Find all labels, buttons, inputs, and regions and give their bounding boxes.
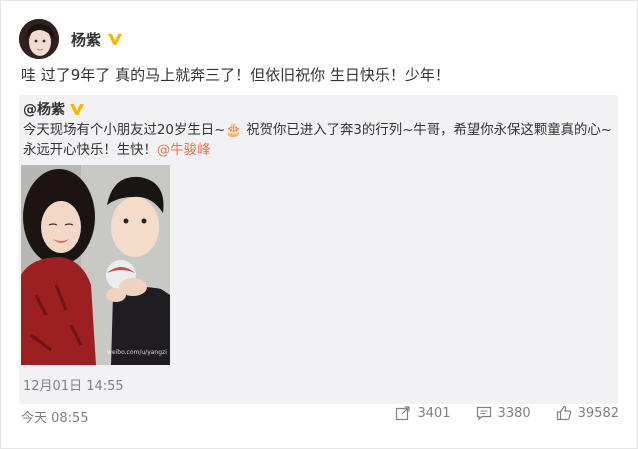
photo-watermark: weibo.com/u/yangzi <box>107 349 167 356</box>
like-count: 39582 <box>577 405 619 421</box>
like-button[interactable]: 39582 <box>556 405 619 421</box>
repost-text: 今天现场有个小朋友过20岁生日~🎂 祝贺你已进入了奔3的行列~牛哥，希望你永保这… <box>23 121 613 161</box>
like-icon <box>556 405 571 421</box>
avatar[interactable] <box>19 19 59 59</box>
post-header: 杨紫 <box>19 19 123 59</box>
repost-icon <box>396 406 411 421</box>
weibo-post-card: 杨紫 哇 过了9年了 真的马上就奔三了！但依旧祝你 生日快乐！少年！ @杨紫 今… <box>0 0 638 449</box>
post-text: 哇 过了9年了 真的马上就奔三了！但依旧祝你 生日快乐！少年！ <box>21 66 450 84</box>
repost-block: @杨紫 今天现场有个小朋友过20岁生日~🎂 祝贺你已进入了奔3的行列~牛哥，希望… <box>19 95 618 404</box>
post-timestamp[interactable]: 今天 08:55 <box>21 407 89 426</box>
comment-button[interactable]: 3380 <box>476 405 531 421</box>
repost-button[interactable]: 3401 <box>395 405 451 421</box>
comment-icon <box>476 406 491 421</box>
repost-count: 3401 <box>417 405 451 421</box>
repost-username[interactable]: @杨紫 <box>23 99 65 119</box>
repost-photo[interactable]: weibo.com/u/yangzi <box>21 165 170 365</box>
post-username[interactable]: 杨紫 <box>71 29 101 50</box>
verified-badge-icon <box>107 31 123 47</box>
action-bar: 3401 3380 39582 <box>370 405 619 421</box>
repost-text-body: 今天现场有个小朋友过20岁生日~🎂 祝贺你已进入了奔3的行列~牛哥，希望你永保这… <box>23 123 612 158</box>
comment-count: 3380 <box>497 405 531 421</box>
mention-link[interactable]: @牛骏峰 <box>157 143 211 158</box>
verified-badge-icon <box>69 101 85 117</box>
repost-user: @杨紫 <box>23 99 85 119</box>
repost-timestamp[interactable]: 12月01日 14:55 <box>23 375 124 394</box>
